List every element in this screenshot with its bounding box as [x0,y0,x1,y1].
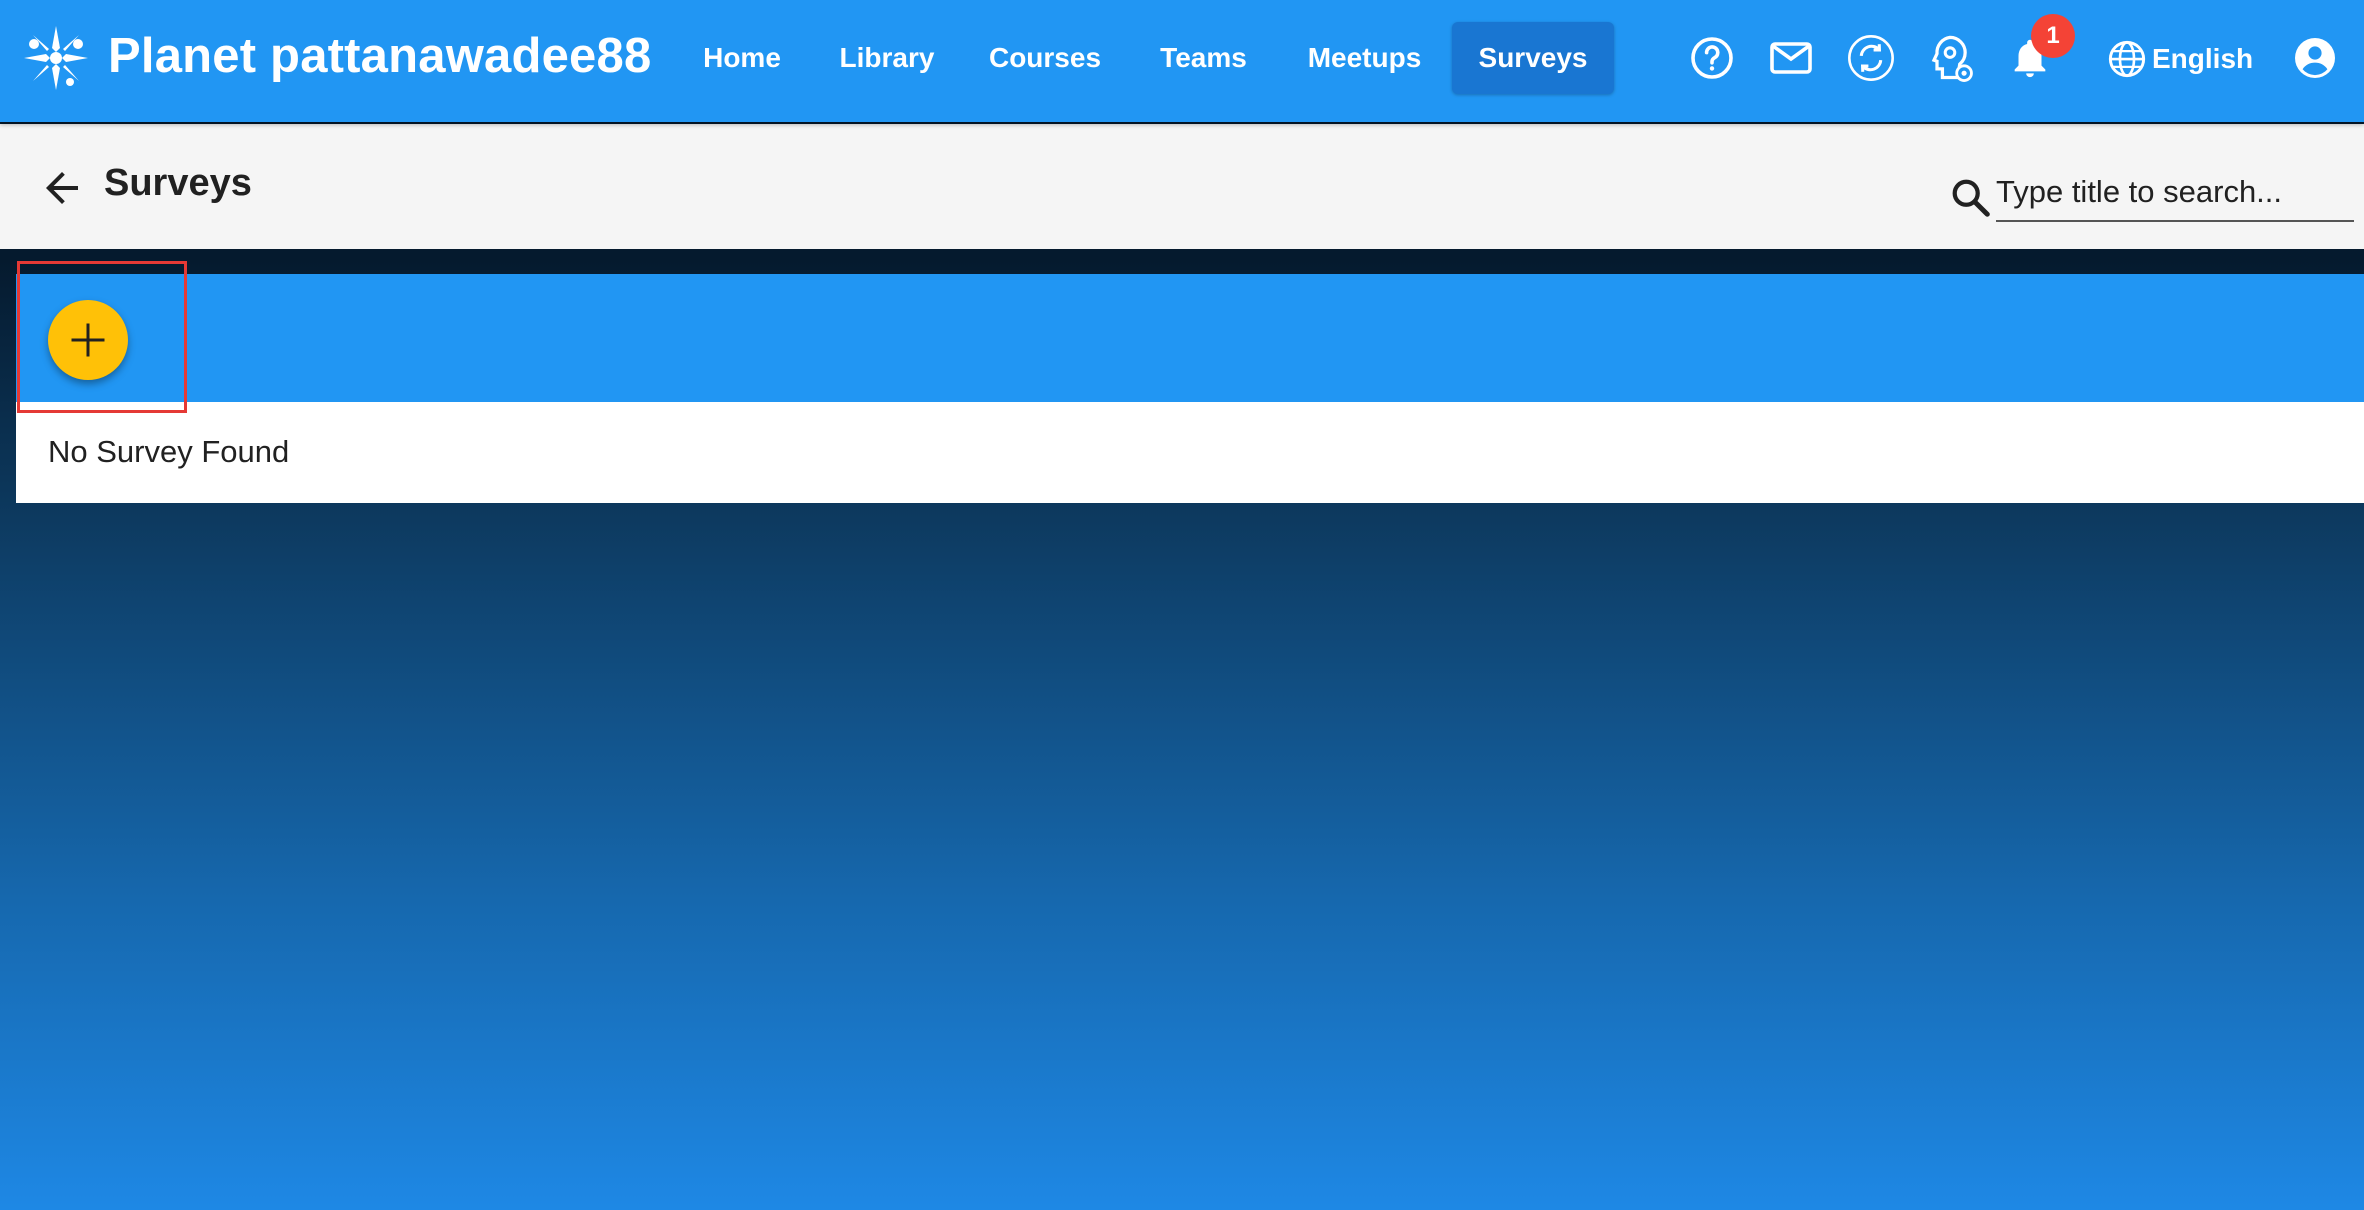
help-circle-icon [1691,37,1733,79]
account-button[interactable] [2283,26,2347,90]
app-title[interactable]: Planet pattanawadee88 [108,28,651,84]
nav-surveys[interactable]: Surveys [1452,22,1614,94]
account-circle-icon [2295,38,2335,78]
sync-icon [1848,35,1894,81]
plus-icon [71,323,105,357]
nav-home[interactable]: Home [682,22,802,94]
globe-icon [2108,40,2146,78]
page-title: Surveys [104,162,252,204]
nav-meetups[interactable]: Meetups [1292,22,1437,94]
user-settings-icon [1931,35,1973,82]
search-input[interactable] [1996,164,2354,222]
language-label: English [2152,43,2254,74]
language-selector[interactable]: English [2106,34,2253,84]
planet-logo-icon[interactable] [20,22,92,94]
top-navbar: Planet pattanawadee88 Home Library Cours… [0,0,2364,122]
search-icon [1952,179,1990,217]
nav-teams[interactable]: Teams [1136,22,1271,94]
add-survey-button[interactable] [48,300,128,380]
survey-list: No Survey Found [16,402,2364,503]
mail-button[interactable] [1759,26,1823,90]
surveys-action-bar [16,274,2364,402]
help-button[interactable] [1680,26,1744,90]
nav-courses[interactable]: Courses [975,22,1115,94]
sync-button[interactable] [1839,26,1903,90]
empty-message: No Survey Found [48,434,290,469]
nav-library[interactable]: Library [822,22,952,94]
mail-icon [1770,42,1812,74]
notification-count-badge: 1 [2031,14,2075,58]
page-toolbar: Surveys [0,124,2364,249]
manager-settings-button[interactable] [1918,26,1982,90]
arrow-back-icon[interactable] [38,164,86,212]
